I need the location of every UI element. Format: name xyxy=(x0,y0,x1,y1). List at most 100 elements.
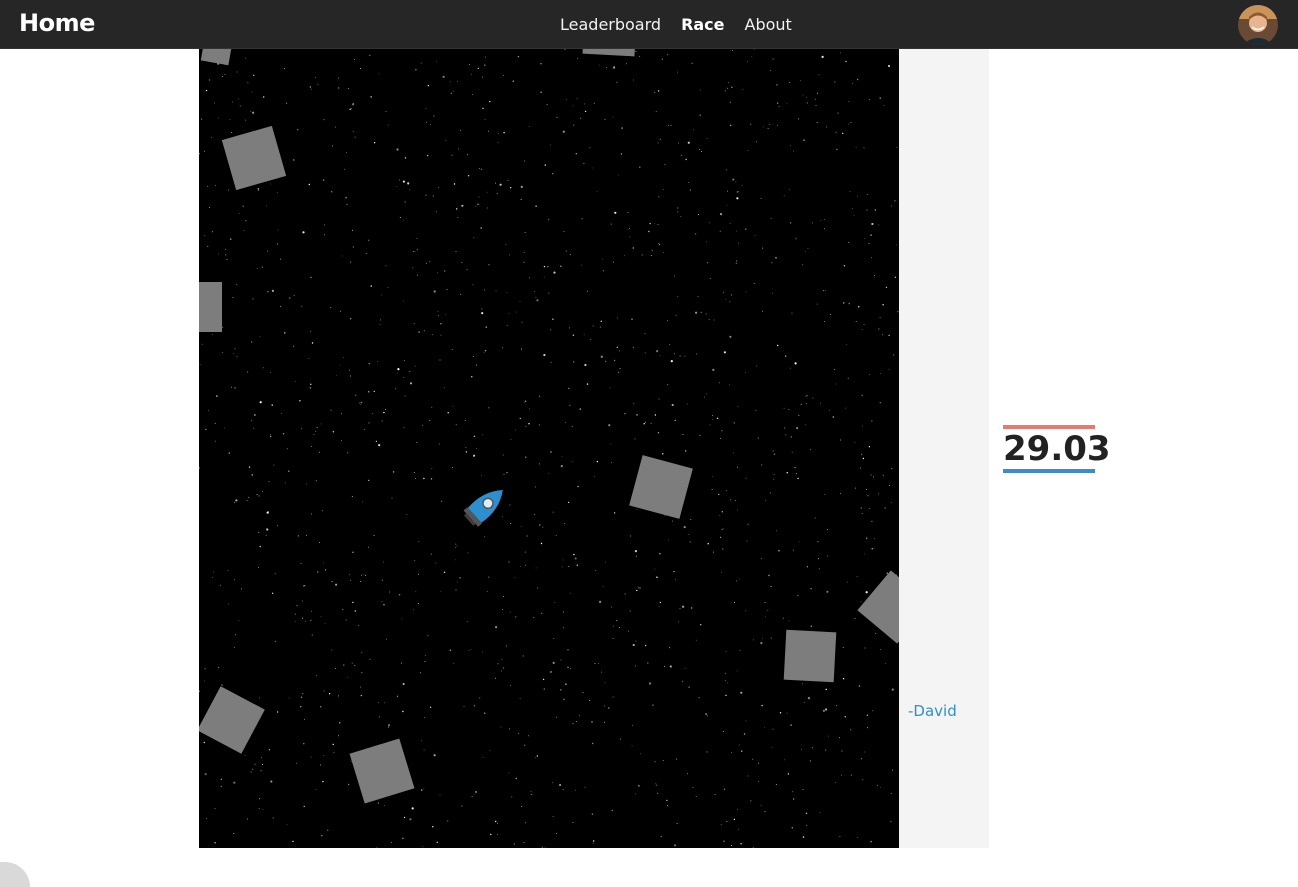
game-canvas[interactable] xyxy=(199,49,899,848)
star xyxy=(310,756,312,758)
star xyxy=(552,318,554,320)
star xyxy=(684,667,686,669)
star xyxy=(763,726,765,728)
star xyxy=(435,562,437,564)
star xyxy=(735,230,737,232)
star xyxy=(413,471,415,473)
star xyxy=(335,375,337,377)
star xyxy=(431,406,433,408)
star xyxy=(788,189,790,191)
star xyxy=(854,487,856,489)
star xyxy=(592,742,594,745)
star xyxy=(718,493,720,496)
star xyxy=(560,465,563,468)
star xyxy=(480,474,482,476)
star xyxy=(658,605,660,607)
star xyxy=(467,154,468,156)
star xyxy=(580,117,582,119)
star xyxy=(888,368,890,370)
star xyxy=(596,191,598,193)
star xyxy=(309,387,311,389)
star xyxy=(409,189,411,191)
signature-link[interactable]: -David xyxy=(908,702,957,720)
star xyxy=(457,148,459,150)
star xyxy=(880,649,882,651)
star xyxy=(378,716,380,718)
star xyxy=(667,384,669,386)
star xyxy=(460,130,462,131)
star xyxy=(236,283,238,285)
star xyxy=(572,821,574,823)
star xyxy=(857,836,859,838)
star xyxy=(236,356,238,358)
star xyxy=(721,571,723,573)
star xyxy=(254,763,256,765)
star xyxy=(835,782,837,784)
star xyxy=(422,846,424,848)
star xyxy=(855,146,857,148)
star xyxy=(311,513,313,515)
nav-link-leaderboard[interactable]: Leaderboard xyxy=(560,15,661,34)
star xyxy=(409,818,412,821)
star xyxy=(552,816,554,818)
star xyxy=(613,696,615,698)
star xyxy=(440,334,442,336)
star xyxy=(713,319,715,321)
star xyxy=(805,395,807,397)
star xyxy=(460,293,462,295)
star xyxy=(443,571,446,573)
star xyxy=(875,633,877,634)
star xyxy=(519,697,521,699)
star xyxy=(484,119,486,120)
star xyxy=(289,297,291,299)
star xyxy=(699,89,701,91)
star xyxy=(777,344,779,347)
star xyxy=(436,61,438,63)
star xyxy=(488,264,490,266)
star xyxy=(724,680,726,682)
star xyxy=(481,433,483,435)
star xyxy=(635,640,637,642)
star xyxy=(281,412,283,414)
star xyxy=(468,649,470,651)
star xyxy=(611,809,613,812)
star xyxy=(269,435,272,438)
star xyxy=(385,265,387,267)
star xyxy=(716,417,719,419)
star xyxy=(822,709,826,713)
star xyxy=(244,755,246,756)
star xyxy=(573,361,575,363)
nav-link-race[interactable]: Race xyxy=(681,15,724,34)
star xyxy=(858,306,860,308)
star xyxy=(435,211,437,213)
nav-link-about[interactable]: About xyxy=(745,15,792,34)
star xyxy=(847,581,848,583)
star xyxy=(649,222,651,225)
star xyxy=(708,319,710,321)
star xyxy=(349,318,352,320)
star xyxy=(772,728,774,730)
star xyxy=(259,697,261,699)
star xyxy=(297,129,299,131)
star xyxy=(807,697,811,700)
star xyxy=(490,833,492,836)
home-link[interactable]: Home xyxy=(19,9,95,37)
star xyxy=(404,395,406,397)
star xyxy=(309,86,312,88)
star xyxy=(650,255,652,257)
star xyxy=(555,716,557,718)
star xyxy=(581,264,583,266)
star xyxy=(451,154,453,156)
star xyxy=(201,343,203,345)
side-panel: -David xyxy=(899,49,989,848)
star xyxy=(353,103,355,105)
star xyxy=(806,566,809,568)
star xyxy=(509,685,511,686)
star xyxy=(629,236,631,238)
star xyxy=(803,139,805,141)
user-avatar[interactable] xyxy=(1238,5,1278,45)
star xyxy=(792,798,795,800)
star xyxy=(549,329,552,331)
star xyxy=(740,843,742,845)
star xyxy=(300,562,302,564)
